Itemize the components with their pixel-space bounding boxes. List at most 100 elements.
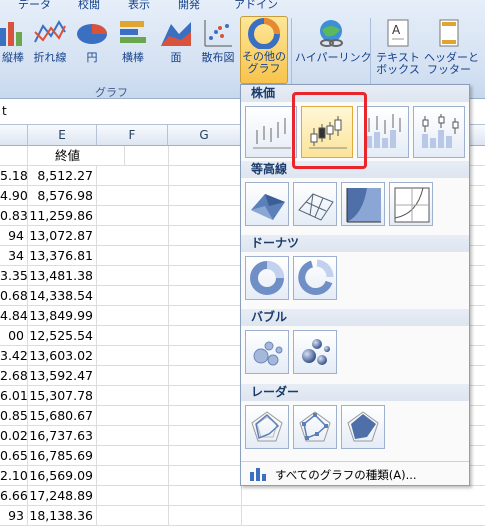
cell-f[interactable] [97, 146, 169, 165]
cell-d[interactable]: 93 [0, 506, 28, 525]
cell-f[interactable] [97, 186, 169, 205]
cell-g[interactable] [168, 346, 242, 365]
cell-e[interactable]: 18,138.36 [28, 506, 97, 525]
cell-d[interactable]: 2.68 [0, 366, 28, 385]
cell-e[interactable]: 8,512.27 [28, 166, 97, 185]
cell-f[interactable] [97, 426, 169, 445]
exploded-doughnut-chart-option[interactable] [293, 256, 337, 300]
pie-chart-button[interactable]: 円 [74, 18, 110, 80]
cell-g[interactable] [168, 466, 242, 485]
column-header-g[interactable]: G [168, 125, 241, 146]
cell-d[interactable]: 34 [0, 246, 28, 265]
cell-f[interactable] [97, 246, 169, 265]
area-chart-button[interactable]: 面 [158, 18, 194, 80]
cell-e[interactable]: 13,376.81 [28, 246, 97, 265]
stock-hlc-chart-option[interactable] [245, 106, 297, 158]
cell-d[interactable]: 5.18 [0, 166, 28, 185]
cell-d[interactable]: 6.66 [0, 486, 28, 505]
cell-d[interactable]: 3.35 [0, 266, 28, 285]
cell-f[interactable] [97, 266, 169, 285]
cell-e[interactable]: 12,525.54 [28, 326, 97, 345]
column-header-d[interactable] [0, 125, 28, 146]
cell-f[interactable] [97, 306, 169, 325]
cell-g[interactable] [168, 206, 242, 225]
radar-markers-chart-option[interactable] [293, 405, 337, 449]
cell-g[interactable] [168, 326, 242, 345]
stock-vohlc-chart-option[interactable] [413, 106, 465, 158]
cell-e[interactable]: 13,592.47 [28, 366, 97, 385]
cell-d[interactable]: 2.10 [0, 466, 28, 485]
cell-d[interactable]: 0.68 [0, 286, 28, 305]
cell-f[interactable] [97, 346, 169, 365]
cell-g[interactable] [168, 226, 242, 245]
cell-e[interactable]: 15,307.78 [28, 386, 97, 405]
cell-e[interactable]: 13,603.02 [28, 346, 97, 365]
cell-g[interactable] [168, 306, 242, 325]
cell-d[interactable]: 0.85 [0, 406, 28, 425]
bubble-3d-chart-option[interactable] [293, 330, 337, 374]
tab-addins[interactable]: アドイン [234, 0, 278, 12]
cell-e[interactable]: 16,569.09 [28, 466, 97, 485]
cell-f[interactable] [97, 286, 169, 305]
tab-view[interactable]: 表示 [128, 0, 150, 12]
cell-g[interactable] [168, 406, 242, 425]
radar-chart-option[interactable] [245, 405, 289, 449]
cell-d[interactable]: 0.02 [0, 426, 28, 445]
cell-f[interactable] [97, 206, 169, 225]
filled-radar-chart-option[interactable] [341, 405, 385, 449]
cell-d[interactable]: 3.42 [0, 346, 28, 365]
cell-d[interactable] [0, 146, 28, 165]
cell-g[interactable] [168, 426, 242, 445]
cell-e[interactable]: 15,680.67 [28, 406, 97, 425]
hyperlink-button[interactable]: ハイパーリンク [295, 18, 372, 80]
cell-g[interactable] [168, 486, 242, 505]
cell-f[interactable] [97, 486, 169, 505]
tab-review[interactable]: 校閲 [78, 0, 100, 12]
cell-f[interactable] [97, 506, 169, 525]
all-chart-types-item[interactable]: すべてのグラフの種類(A)... [241, 461, 469, 486]
cell-f[interactable] [97, 446, 169, 465]
cell-g[interactable] [168, 266, 242, 285]
doughnut-chart-option[interactable] [245, 256, 289, 300]
line-chart-button[interactable]: 折れ線 [30, 18, 70, 80]
cell-g[interactable] [168, 146, 242, 165]
cell-e[interactable]: 13,849.99 [28, 306, 97, 325]
cell-e[interactable]: 16,737.63 [28, 426, 97, 445]
scatter-chart-button[interactable]: 散布図 [198, 18, 238, 80]
cell-g[interactable] [168, 246, 242, 265]
column-header-f[interactable]: F [97, 125, 168, 146]
cell-g[interactable] [168, 166, 242, 185]
cell-g[interactable] [168, 186, 242, 205]
other-charts-button[interactable]: その他の グラフ [240, 16, 288, 84]
cell-f[interactable] [97, 226, 169, 245]
column-chart-button[interactable]: 縦棒 [0, 18, 26, 80]
cell-d[interactable]: 0.65 [0, 446, 28, 465]
contour-chart-option[interactable] [341, 182, 385, 226]
cell-d[interactable]: 00 [0, 326, 28, 345]
cell-g[interactable] [168, 286, 242, 305]
cell-f[interactable] [97, 386, 169, 405]
cell-e[interactable]: 11,259.86 [28, 206, 97, 225]
header-footer-button[interactable]: ヘッダーと フッター [424, 18, 479, 80]
bar-chart-button[interactable]: 横棒 [114, 18, 152, 80]
wireframe-surface-chart-option[interactable] [293, 182, 337, 226]
cell-f[interactable] [97, 406, 169, 425]
cell-d[interactable]: 6.01 [0, 386, 28, 405]
cell-e[interactable]: 14,338.54 [28, 286, 97, 305]
cell-f[interactable] [97, 326, 169, 345]
cell-d[interactable]: 4.90 [0, 186, 28, 205]
cell-f[interactable] [97, 166, 169, 185]
cell-e[interactable]: 13,072.87 [28, 226, 97, 245]
cell-e[interactable]: 8,576.98 [28, 186, 97, 205]
cell-g[interactable] [168, 506, 242, 525]
cell-f[interactable] [97, 366, 169, 385]
tab-developer[interactable]: 開発 [178, 0, 200, 12]
tab-data[interactable]: データ [18, 0, 51, 12]
cell-f[interactable] [97, 466, 169, 485]
cell-g[interactable] [168, 446, 242, 465]
cell-e[interactable]: 13,481.38 [28, 266, 97, 285]
cell-g[interactable] [168, 386, 242, 405]
cell-e[interactable]: 17,248.89 [28, 486, 97, 505]
bubble-chart-option[interactable] [245, 330, 289, 374]
cell-e[interactable]: 16,785.69 [28, 446, 97, 465]
